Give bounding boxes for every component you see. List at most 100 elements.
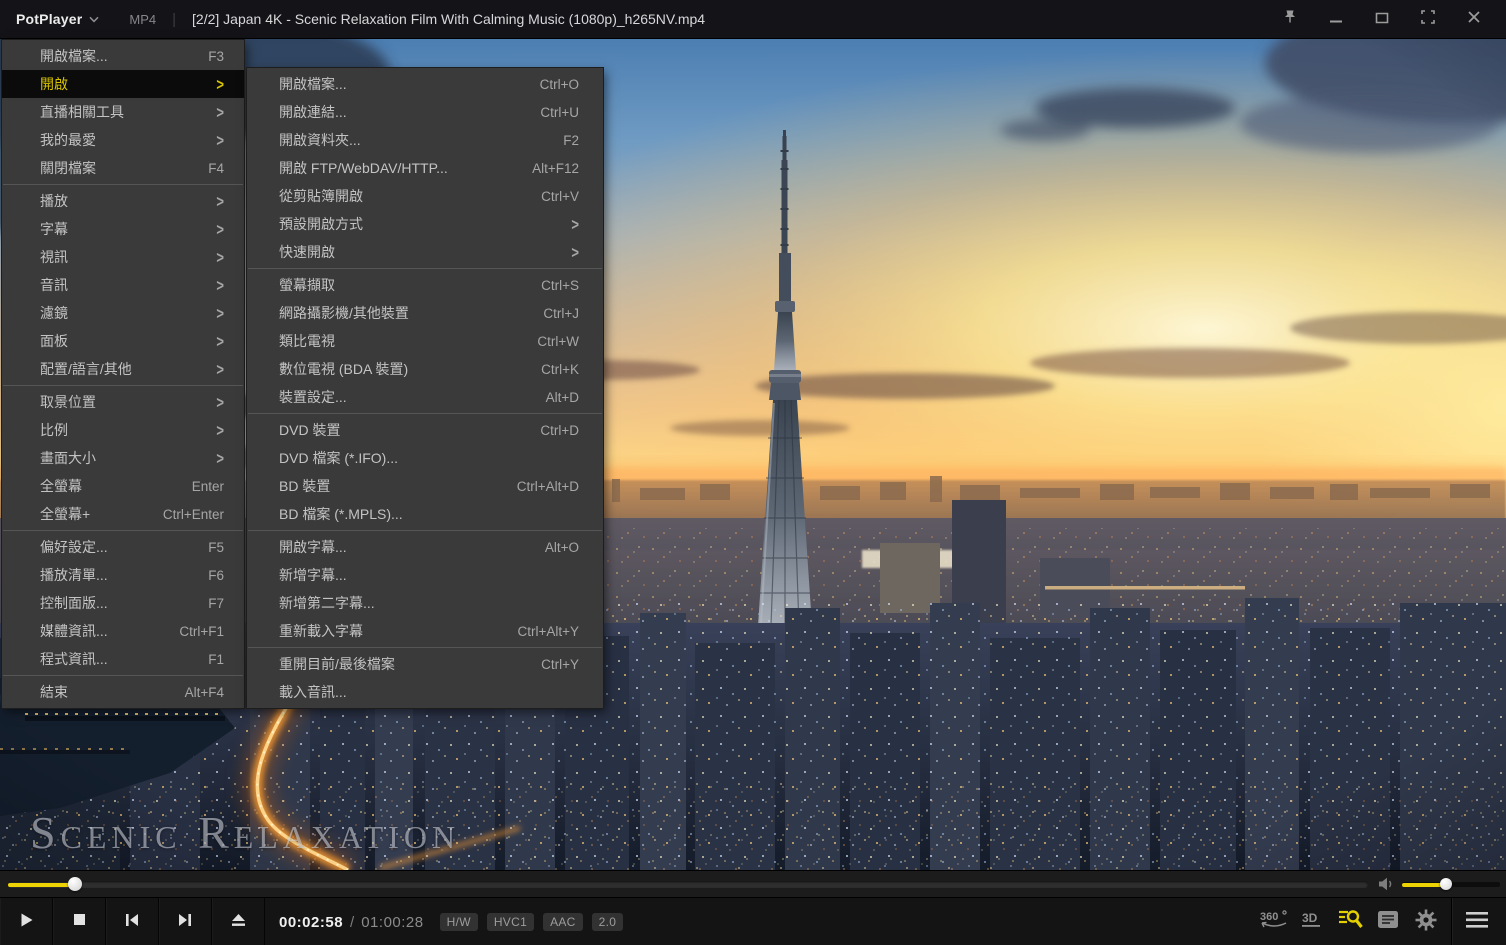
menu-item-analog-tv[interactable]: 類比電視Ctrl+W	[247, 327, 603, 355]
fullscreen-button[interactable]	[1412, 4, 1444, 34]
titlebar-divider: |	[172, 11, 176, 28]
seek-thumb[interactable]	[68, 877, 82, 891]
minimize-icon	[1329, 10, 1343, 29]
menu-item-open-ftp-webdav-http[interactable]: 開啟 FTP/WebDAV/HTTP... Alt+F12	[247, 154, 603, 182]
menu-item-open-from-clipboard[interactable]: 從剪貼簿開啟Ctrl+V	[247, 182, 603, 210]
menu-item-filters[interactable]: 濾鏡>	[2, 299, 244, 327]
volume-icon[interactable]	[1378, 877, 1395, 896]
menu-item-preferences[interactable]: 偏好設定...F5	[2, 533, 244, 561]
menu-item-fullscreen[interactable]: 全螢幕Enter	[2, 472, 244, 500]
menu-item-label: 快速開啟	[279, 242, 545, 262]
stop-button[interactable]	[53, 898, 106, 945]
menu-item-default-open-mode[interactable]: 預設開啟方式>	[247, 210, 603, 238]
menu-item-label: 裝置設定...	[279, 387, 520, 407]
menu-item-screen-capture[interactable]: 螢幕擷取Ctrl+S	[247, 271, 603, 299]
menu-item-dvd-file-ifo[interactable]: DVD 檔案 (*.IFO)...	[247, 444, 603, 472]
menu-item-close-file[interactable]: 關閉檔案F4	[2, 154, 244, 182]
menu-item-shortcut: Alt+F12	[532, 161, 579, 176]
menu-item-video[interactable]: 視訊 >	[2, 243, 244, 271]
menu-item-pan-scan[interactable]: 取景位置>	[2, 388, 244, 416]
menu-item-exit[interactable]: 結束Alt+F4	[2, 678, 244, 706]
menu-separator	[248, 413, 602, 414]
playlist-panel-icon	[1376, 909, 1400, 936]
menu-item-video-size[interactable]: 畫面大小>	[2, 444, 244, 472]
main-menu-button[interactable]	[1458, 898, 1496, 945]
menu-item-aspect-ratio[interactable]: 比例>	[2, 416, 244, 444]
menu-item-config-language-others[interactable]: 配置/語言/其他>	[2, 355, 244, 383]
play-button[interactable]	[0, 898, 53, 945]
menu-item-open-file[interactable]: 開啟檔案...F3	[2, 42, 244, 70]
app-menu-button[interactable]: PotPlayer	[16, 11, 82, 27]
current-time: 00:02:58	[279, 914, 343, 931]
volume-slider[interactable]	[1402, 882, 1500, 887]
menu-item-quick-open[interactable]: 快速開啟>	[247, 238, 603, 266]
playlist-panel-button[interactable]	[1369, 898, 1407, 945]
menu-item-playback[interactable]: 播放>	[2, 187, 244, 215]
close-icon	[1467, 10, 1481, 29]
menu-item-open-url[interactable]: 開啟連結...Ctrl+U	[247, 98, 603, 126]
volume-thumb[interactable]	[1440, 878, 1452, 890]
close-button[interactable]	[1458, 4, 1490, 34]
menu-item-open[interactable]: 開啟>	[2, 70, 244, 98]
scene-search-button[interactable]	[1331, 898, 1369, 945]
seek-bar[interactable]	[8, 881, 1368, 888]
menu-item-program-info[interactable]: 程式資訊...F1	[2, 645, 244, 673]
time-separator: /	[350, 914, 354, 931]
menu-item-audio[interactable]: 音訊>	[2, 271, 244, 299]
status-badge: AAC	[543, 913, 583, 931]
menu-item-digital-tv-bda[interactable]: 數位電視 (BDA 裝置)Ctrl+K	[247, 355, 603, 383]
menu-item-open-subtitle[interactable]: 開啟字幕...Alt+O	[247, 533, 603, 561]
menu-item-control-panel[interactable]: 控制面版...F7	[2, 589, 244, 617]
menu-item-label: 視訊	[40, 247, 190, 267]
menu-item-favorites[interactable]: 我的最愛>	[2, 126, 244, 154]
menu-item-label: 重開目前/最後檔案	[279, 654, 515, 674]
menu-item-fullscreen-plus[interactable]: 全螢幕+Ctrl+Enter	[2, 500, 244, 528]
codec-badge: MP4	[129, 12, 156, 27]
menu-item-reopen-current-last-file[interactable]: 重開目前/最後檔案 Ctrl+Y	[247, 650, 603, 678]
menu-item-shortcut: Ctrl+Alt+Y	[517, 624, 579, 639]
maximize-button[interactable]	[1366, 4, 1398, 34]
minimize-button[interactable]	[1320, 4, 1352, 34]
pin-button[interactable]	[1274, 4, 1306, 34]
right-controls: 3603D	[1255, 898, 1506, 945]
menu-item-broadcast-tools[interactable]: 直播相關工具>	[2, 98, 244, 126]
menu-item-label: 開啟 FTP/WebDAV/HTTP...	[279, 158, 506, 178]
submenu-arrow-icon: >	[216, 131, 224, 150]
menu-item-open-folder[interactable]: 開啟資料夾...F2	[247, 126, 603, 154]
eject-icon	[231, 913, 246, 932]
eject-button[interactable]	[212, 898, 265, 945]
menu-item-webcam-other-devices[interactable]: 網路攝影機/其他裝置Ctrl+J	[247, 299, 603, 327]
submenu-arrow-icon: >	[216, 192, 224, 211]
settings-icon	[1415, 909, 1437, 936]
menu-item-label: 類比電視	[279, 331, 511, 351]
menu-item-panel[interactable]: 面板>	[2, 327, 244, 355]
next-icon	[177, 913, 193, 932]
menu-item-add-second-subtitle[interactable]: 新增第二字幕...	[247, 589, 603, 617]
menu-item-dvd-device[interactable]: DVD 裝置Ctrl+D	[247, 416, 603, 444]
view-360-button[interactable]: 360	[1255, 898, 1293, 945]
menu-item-label: 播放清單...	[40, 565, 182, 585]
menu-item-reload-subtitle[interactable]: 重新載入字幕Ctrl+Alt+Y	[247, 617, 603, 645]
previous-button[interactable]	[106, 898, 159, 945]
view-3d-button[interactable]: 3D	[1293, 898, 1331, 945]
menu-item-label: 比例	[40, 420, 190, 440]
menu-item-label: 開啟資料夾...	[279, 130, 537, 150]
menu-item-bd-device[interactable]: BD 裝置Ctrl+Alt+D	[247, 472, 603, 500]
menu-item-media-info[interactable]: 媒體資訊...Ctrl+F1	[2, 617, 244, 645]
control-bar: 00:02:58 / 01:00:28 H/WHVC1AAC2.0 3603D	[0, 897, 1506, 945]
menu-item-subtitles[interactable]: 字幕>	[2, 215, 244, 243]
menu-item-add-subtitle[interactable]: 新增字幕...	[247, 561, 603, 589]
next-button[interactable]	[159, 898, 212, 945]
menu-item-load-audio[interactable]: 載入音訊...	[247, 678, 603, 706]
menu-item-shortcut: Ctrl+D	[540, 423, 579, 438]
submenu-arrow-icon: >	[216, 248, 224, 267]
menu-item-shortcut: Ctrl+Y	[541, 657, 579, 672]
chevron-down-icon	[89, 16, 99, 23]
menu-item-bd-file-mpls[interactable]: BD 檔案 (*.MPLS)...	[247, 500, 603, 528]
scene-search-icon	[1337, 907, 1364, 937]
menu-item-open-file[interactable]: 開啟檔案...Ctrl+O	[247, 70, 603, 98]
menu-item-playlist[interactable]: 播放清單...F6	[2, 561, 244, 589]
settings-button[interactable]	[1407, 898, 1445, 945]
menu-item-label: 預設開啟方式	[279, 214, 545, 234]
menu-item-device-settings[interactable]: 裝置設定...Alt+D	[247, 383, 603, 411]
